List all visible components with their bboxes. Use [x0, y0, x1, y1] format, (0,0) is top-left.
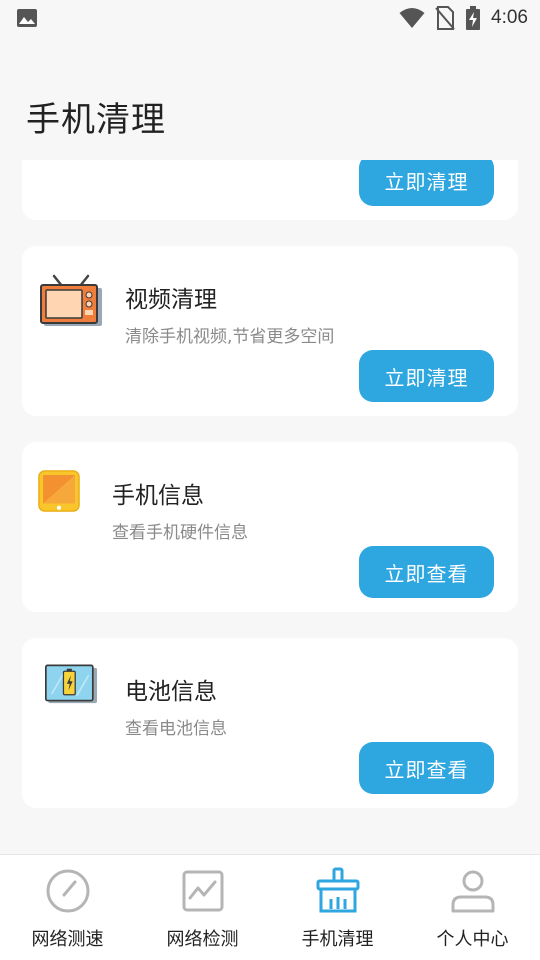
nav-label: 个人中心 [436, 929, 509, 950]
card-desc: 查看电池信息 [125, 719, 227, 739]
card-list[interactable]: 立即清理 视频清理 清除手机视频,节省更多空间 立即清理 手机信息 查看手机硬件… [0, 160, 540, 854]
user-icon [451, 870, 494, 913]
tv-icon [40, 274, 102, 326]
card-battery-info: 电池信息 查看电池信息 立即查看 [22, 638, 518, 808]
no-sim-icon [435, 6, 455, 30]
nav-label: 网络检测 [166, 929, 239, 950]
page-title: 手机清理 [26, 100, 166, 140]
nav-label: 手机清理 [301, 929, 374, 950]
phone-info-icon [38, 470, 80, 512]
bottom-nav: 网络测速 网络检测 手机清理 个人中心 [0, 854, 540, 960]
card-title: 手机信息 [112, 483, 204, 509]
line-chart-icon [182, 870, 223, 912]
speedometer-icon [46, 869, 89, 913]
card-video-clean: 视频清理 清除手机视频,节省更多空间 立即清理 [22, 246, 518, 416]
nav-item-speed-test[interactable]: 网络测速 [0, 855, 135, 960]
video-clean-button[interactable]: 立即清理 [359, 350, 494, 402]
status-time: 4:06 [491, 7, 528, 28]
battery-info-button[interactable]: 立即查看 [359, 742, 494, 794]
clean-now-button[interactable]: 立即清理 [359, 160, 494, 206]
battery-charging-icon [466, 6, 481, 30]
card-title: 视频清理 [125, 287, 217, 313]
status-bar: 4:06 [0, 0, 540, 36]
nav-item-profile[interactable]: 个人中心 [405, 855, 540, 960]
card-desc: 清除手机视频,节省更多空间 [125, 327, 335, 347]
broom-icon [316, 867, 359, 913]
battery-info-icon [45, 664, 97, 704]
card-phone-info: 手机信息 查看手机硬件信息 立即查看 [22, 442, 518, 612]
card-partial: 立即清理 [22, 160, 518, 220]
wifi-icon [399, 8, 425, 28]
card-title: 电池信息 [125, 679, 217, 705]
nav-label: 网络测速 [31, 929, 104, 950]
phone-info-button[interactable]: 立即查看 [359, 546, 494, 598]
nav-item-phone-clean[interactable]: 手机清理 [270, 855, 405, 960]
card-desc: 查看手机硬件信息 [112, 523, 248, 543]
image-icon [17, 9, 37, 27]
nav-item-network-check[interactable]: 网络检测 [135, 855, 270, 960]
